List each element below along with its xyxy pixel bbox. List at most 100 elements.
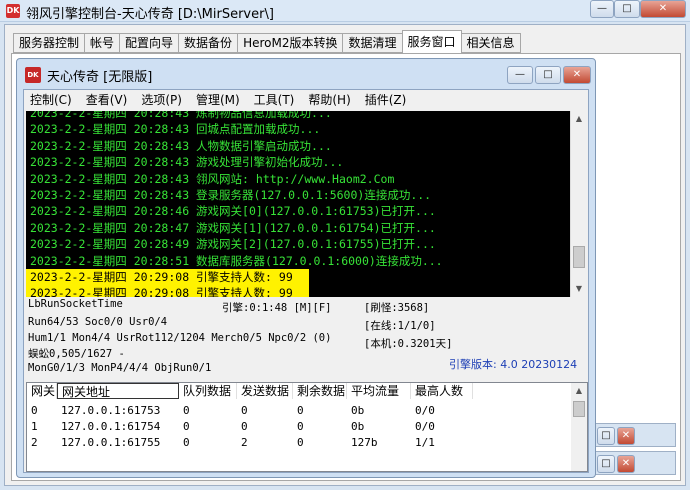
table-cell: 127.0.0.1:61753 (61, 404, 161, 417)
log-line: 2023-2-2-星期四 20:28:43 游戏处理引擎初始化成功... (30, 155, 344, 170)
tab-6[interactable]: 服务窗口 (401, 30, 462, 53)
table-cell: 0/0 (415, 420, 435, 433)
inner-app-icon: DK (25, 67, 41, 83)
table-row[interactable]: 0 127.0.0.1:61753 0 0 0 0b 0/0 (27, 403, 573, 419)
minimized-window-1[interactable]: □ ✕ (594, 423, 676, 447)
minimized-window-2[interactable]: □ ✕ (594, 451, 676, 475)
menu-item-3[interactable]: 管理(M) (196, 90, 240, 110)
status-centipede: 蜈蚣0,505/1627 - (28, 348, 125, 360)
log-scrollbar[interactable]: ▲ ▼ (570, 111, 586, 297)
column-header[interactable]: 发送数据 (237, 383, 293, 399)
inner-titlebar: DK 天心传奇 [无限版] — □ ✕ (17, 59, 595, 89)
table-cell: 0 (183, 420, 190, 433)
menu-item-1[interactable]: 查看(V) (86, 90, 128, 110)
close-window-1-button[interactable]: ✕ (617, 427, 635, 445)
status-lbrun: LbRunSocketTime (28, 298, 123, 310)
menu-bar: 控制(C) 查看(V) 选项(P) 管理(M) 工具(T) 帮助(H) 插件(Z) (24, 90, 588, 110)
menu-item-2[interactable]: 选项(P) (141, 90, 182, 110)
menu-item-0[interactable]: 控制(C) (30, 90, 72, 110)
restore-window-2-button[interactable]: □ (597, 455, 615, 473)
tab-5[interactable]: 数据清理 (342, 33, 403, 53)
column-header[interactable]: 最高人数 (411, 383, 473, 399)
table-cell: 0 (297, 420, 304, 433)
column-header[interactable]: 队列数据 (179, 383, 237, 399)
log-line: 2023-2-2-星期四 20:28:46 游戏网关[0](127.0.0.1:… (30, 204, 436, 219)
inner-window-body: 控制(C) 查看(V) 选项(P) 管理(M) 工具(T) 帮助(H) 插件(Z) 2023… (23, 89, 589, 473)
tab-0[interactable]: 服务器控制 (13, 33, 86, 53)
table-cell: 0 (297, 404, 304, 417)
table-cell: 127.0.0.1:61755 (61, 436, 161, 449)
gw-scroll-thumb[interactable] (573, 401, 585, 417)
scroll-down-icon[interactable]: ▼ (571, 281, 586, 297)
menu-item-5[interactable]: 帮助(H) (308, 90, 350, 110)
menu-item-4[interactable]: 工具(T) (254, 90, 295, 110)
table-cell: 2 (31, 436, 38, 449)
tab-bar: 服务器控制 帐号 配置向导 数据备份 HeroM2版本转换 数据清理 服务窗口 相关信息 (13, 30, 521, 53)
inner-window: DK 天心传奇 [无限版] — □ ✕ 控制(C) 查看(V) 选项(P) 管理(M)… (16, 58, 596, 478)
inner-minimize-button[interactable]: — (507, 66, 533, 84)
table-cell: 2 (241, 436, 248, 449)
table-cell: 127.0.0.1:61754 (61, 420, 161, 433)
status-online: [在线:1/1/0] (364, 320, 436, 332)
gateway-table: 网关 网关地址 队列数据 发送数据 剩余数据 平均流量 最高人数 0 127.0.0.1:617… (26, 382, 588, 472)
log-line: 2023-2-2-星期四 20:28:49 游戏网关[2](127.0.0.1:… (30, 237, 436, 252)
app-logo-icon: DK (6, 4, 20, 18)
close-window-2-button[interactable]: ✕ (617, 455, 635, 473)
log-line: 2023-2-2-星期四 20:28:43 炼制物品信息加载成功... (30, 111, 332, 120)
gateway-scrollbar[interactable]: ▲ (571, 383, 587, 471)
outer-window-title: 翎风引擎控制台-天心传奇 [D:\MirServer\] (26, 7, 274, 22)
table-cell: 0 (183, 436, 190, 449)
table-row[interactable]: 1 127.0.0.1:61754 0 0 0 0b 0/0 (27, 419, 573, 435)
gw-scroll-up-icon[interactable]: ▲ (571, 383, 587, 399)
tab-2[interactable]: 配置向导 (119, 33, 180, 53)
table-cell: 0/0 (415, 404, 435, 417)
table-cell: 0 (241, 404, 248, 417)
status-panel: LbRunSocketTime Run64/53 Soc0/0 Usr0/4 H… (24, 298, 588, 380)
table-row[interactable]: 2 127.0.0.1:61755 0 2 0 127b 1/1 (27, 435, 573, 451)
scroll-thumb[interactable] (573, 246, 585, 268)
table-cell: 0b (351, 404, 365, 417)
status-run: Run64/53 Soc0/0 Usr0/4 (28, 316, 168, 328)
table-cell: 1 (31, 420, 38, 433)
column-header[interactable]: 剩余数据 (293, 383, 347, 399)
inner-window-title: 天心传奇 [无限版] (47, 70, 153, 85)
log-line: 2023-2-2-星期四 20:29:08 引擎支持人数: 99 (26, 285, 309, 297)
outer-titlebar: DK 翎风引擎控制台-天心传奇 [D:\MirServer\] — □ ✕ (0, 0, 690, 22)
table-cell: 0 (297, 436, 304, 449)
table-cell: 0 (31, 404, 38, 417)
table-cell: 1/1 (415, 436, 435, 449)
log-line: 2023-2-2-星期四 20:28:43 回城点配置加载成功... (30, 122, 321, 137)
engine-version: 引擎版本: 4.0 20230124 (449, 358, 578, 371)
table-cell: 0b (351, 420, 365, 433)
menu-item-6[interactable]: 插件(Z) (365, 90, 407, 110)
outer-maximize-button[interactable]: □ (614, 0, 640, 18)
scroll-up-icon[interactable]: ▲ (571, 111, 586, 127)
log-line: 2023-2-2-星期四 20:28:47 游戏网关[1](127.0.0.1:… (30, 220, 436, 235)
log-console: 2023-2-2-星期四 20:28:43 炼制物品信息加载成功... 2023-… (26, 111, 586, 297)
outer-close-button[interactable]: ✕ (640, 0, 686, 18)
log-line: 2023-2-2-星期四 20:29:08 引擎支持人数: 99 (26, 268, 309, 286)
status-engine-time: 引擎:0:1:48 [M][F] (222, 302, 332, 314)
outer-minimize-button[interactable]: — (590, 0, 614, 18)
restore-window-1-button[interactable]: □ (597, 427, 615, 445)
status-refresh: [刷怪:3568] (364, 302, 430, 314)
table-cell: 0 (241, 420, 248, 433)
column-header[interactable]: 网关 (27, 383, 57, 399)
log-line: 2023-2-2-星期四 20:28:43 登录服务器(127.0.0.1:56… (30, 187, 432, 202)
tab-1[interactable]: 帐号 (84, 33, 121, 53)
status-local: [本机:0.3201天] (364, 338, 453, 350)
inner-close-button[interactable]: ✕ (563, 66, 591, 84)
column-header[interactable]: 平均流量 (347, 383, 411, 399)
column-header[interactable]: 网关地址 (57, 383, 179, 399)
tab-4[interactable]: HeroM2版本转换 (237, 33, 344, 53)
table-cell: 127b (351, 436, 378, 449)
inner-maximize-button[interactable]: □ (535, 66, 561, 84)
tab-7[interactable]: 相关信息 (460, 33, 521, 53)
log-lines: 2023-2-2-星期四 20:28:43 炼制物品信息加载成功... 2023-… (26, 111, 586, 297)
status-mon: MonG0/1/3 MonP4/4/4 ObjRun0/1 (28, 362, 212, 374)
log-line: 2023-2-2-星期四 20:28:51 数据库服务器(127.0.0.1:6… (30, 253, 443, 268)
log-line: 2023-2-2-星期四 20:28:43 翎风网站: http://www.H… (30, 171, 395, 186)
log-line: 2023-2-2-星期四 20:28:43 人物数据引擎启动成功... (30, 138, 332, 153)
tab-3[interactable]: 数据备份 (178, 33, 239, 53)
table-header: 网关 网关地址 队列数据 发送数据 剩余数据 平均流量 最高人数 (27, 383, 573, 399)
